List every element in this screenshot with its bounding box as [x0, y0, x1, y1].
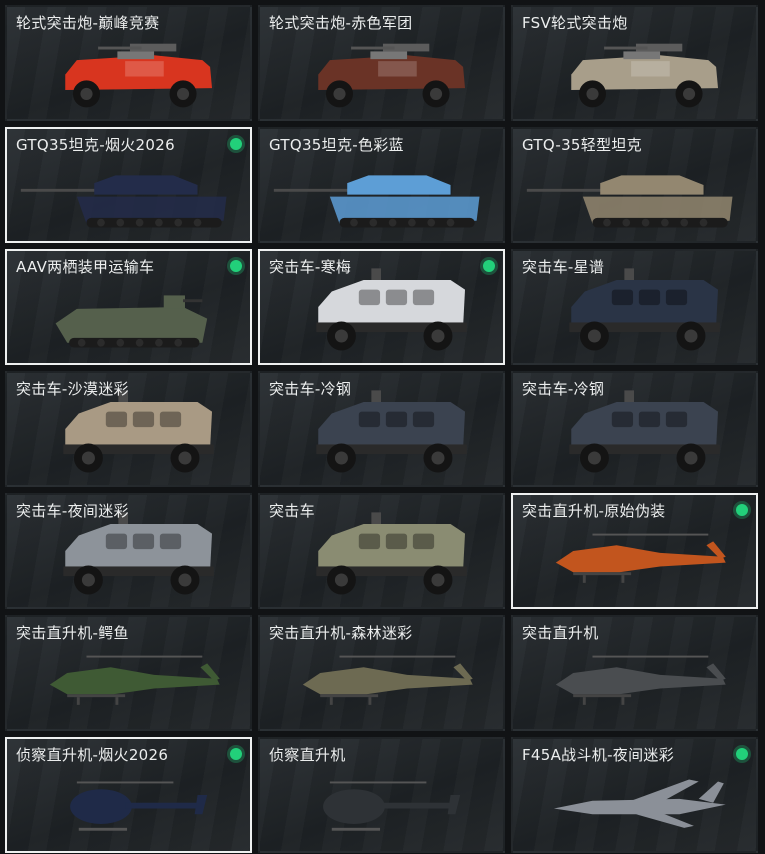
status-dot-icon	[736, 504, 748, 516]
vehicle-name: 突击直升机	[522, 624, 599, 642]
vehicle-card[interactable]: 突击直升机-森林迷彩	[258, 615, 505, 731]
vehicle-card[interactable]: GTQ35坦克-烟火2026	[5, 127, 252, 243]
vehicle-card[interactable]: FSV轮式突击炮	[511, 5, 758, 121]
vehicle-name: GTQ35坦克-色彩蓝	[269, 136, 404, 154]
vehicle-name: 侦察直升机	[269, 746, 346, 764]
vehicle-card[interactable]: 突击车-寒梅	[258, 249, 505, 365]
status-dot-icon	[230, 260, 242, 272]
vehicle-card[interactable]: GTQ-35轻型坦克	[511, 127, 758, 243]
vehicle-card[interactable]: 突击直升机-原始伪装	[511, 493, 758, 609]
vehicle-card[interactable]: F45A战斗机-夜间迷彩	[511, 737, 758, 853]
vehicle-card[interactable]: 突击车-冷钢	[511, 371, 758, 487]
vehicle-name: GTQ-35轻型坦克	[522, 136, 642, 154]
vehicle-name: F45A战斗机-夜间迷彩	[522, 746, 674, 764]
vehicle-card[interactable]: 突击车-星谱	[511, 249, 758, 365]
vehicle-card[interactable]: 轮式突击炮-赤色军团	[258, 5, 505, 121]
vehicle-card[interactable]: 突击车-夜间迷彩	[5, 493, 252, 609]
vehicle-card[interactable]: 侦察直升机-烟火2026	[5, 737, 252, 853]
status-dot-icon	[483, 260, 495, 272]
vehicle-name: AAV两栖装甲运输车	[16, 258, 155, 276]
vehicle-card[interactable]: 突击车-沙漠迷彩	[5, 371, 252, 487]
status-dot-icon	[230, 138, 242, 150]
vehicle-name: 突击车-寒梅	[269, 258, 352, 276]
vehicle-name: GTQ35坦克-烟火2026	[16, 136, 175, 154]
vehicle-name: 突击车	[269, 502, 315, 520]
vehicle-skin-grid: 轮式突击炮-巅峰竞赛 轮式突击炮-赤色军团 FSV轮式突击炮 GTQ35坦克-烟…	[5, 5, 758, 853]
vehicle-name: 突击直升机-原始伪装	[522, 502, 666, 520]
vehicle-name: 突击直升机-森林迷彩	[269, 624, 413, 642]
vehicle-name: 突击车-冷钢	[269, 380, 352, 398]
vehicle-name: 侦察直升机-烟火2026	[16, 746, 169, 764]
vehicle-name: 突击车-夜间迷彩	[16, 502, 129, 520]
vehicle-card[interactable]: 侦察直升机	[258, 737, 505, 853]
vehicle-card[interactable]: AAV两栖装甲运输车	[5, 249, 252, 365]
vehicle-card[interactable]: 突击直升机-鳄鱼	[5, 615, 252, 731]
vehicle-name: 突击车-星谱	[522, 258, 605, 276]
vehicle-name: 突击车-冷钢	[522, 380, 605, 398]
status-dot-icon	[736, 748, 748, 760]
vehicle-name: 轮式突击炮-巅峰竞赛	[16, 14, 160, 32]
vehicle-name: 突击车-沙漠迷彩	[16, 380, 129, 398]
vehicle-card[interactable]: 突击车	[258, 493, 505, 609]
vehicle-card[interactable]: 突击直升机	[511, 615, 758, 731]
status-dot-icon	[230, 748, 242, 760]
vehicle-name: 轮式突击炮-赤色军团	[269, 14, 413, 32]
vehicle-card[interactable]: GTQ35坦克-色彩蓝	[258, 127, 505, 243]
vehicle-name: 突击直升机-鳄鱼	[16, 624, 129, 642]
vehicle-card[interactable]: 突击车-冷钢	[258, 371, 505, 487]
vehicle-name: FSV轮式突击炮	[522, 14, 628, 32]
vehicle-card[interactable]: 轮式突击炮-巅峰竞赛	[5, 5, 252, 121]
